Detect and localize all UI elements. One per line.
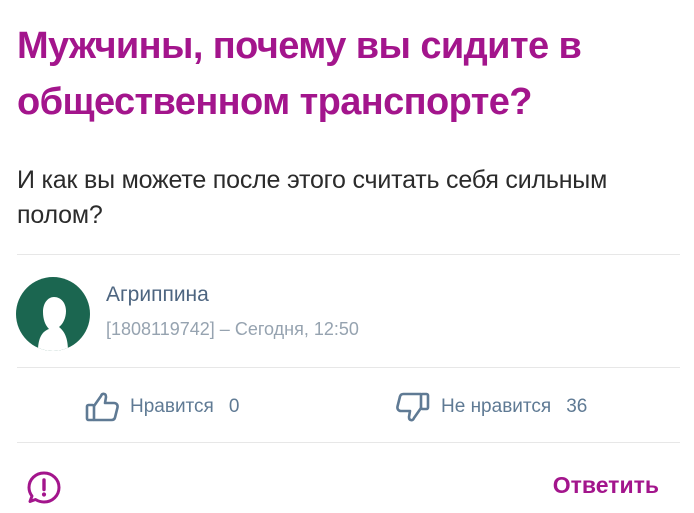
meta-separator: –	[219, 319, 230, 339]
user-silhouette-icon	[38, 297, 68, 351]
thumbs-down-icon	[396, 392, 430, 422]
avatar[interactable]	[16, 277, 90, 351]
dislike-label: Не нравится	[441, 396, 552, 417]
exclamation-circle-icon	[27, 471, 61, 504]
divider	[17, 367, 680, 368]
like-label: Нравится	[130, 396, 214, 417]
divider	[17, 442, 680, 443]
thumbs-up-icon	[85, 392, 119, 422]
dislike-button[interactable]: Не нравится 36	[395, 391, 587, 423]
post-time: Сегодня, 12:50	[234, 319, 359, 339]
author-meta: [1808119742] – Сегодня, 12:50	[106, 319, 359, 340]
author-name[interactable]: Агриппина	[106, 283, 209, 307]
question-title: Мужчины, почему вы сидите в общественном…	[17, 25, 582, 123]
reply-button[interactable]: Ответить	[553, 472, 659, 499]
author-id: [1808119742]	[106, 319, 215, 339]
like-button[interactable]: Нравится 0	[84, 391, 239, 423]
divider	[17, 254, 680, 255]
like-count: 0	[228, 396, 240, 417]
question-body: И как вы можете после этого считать себя…	[17, 166, 608, 229]
dislike-count: 36	[566, 396, 588, 417]
report-button[interactable]	[26, 470, 62, 506]
